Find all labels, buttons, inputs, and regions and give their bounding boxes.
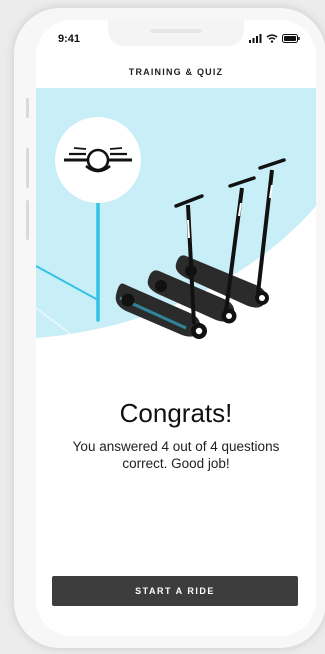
scooters-illustration [36,88,316,339]
mute-switch [26,98,29,118]
speaker-grill [150,29,202,33]
volume-down-button [26,200,29,240]
result-message: You answered 4 out of 4 questions correc… [72,439,280,471]
start-ride-button[interactable]: START A RIDE [52,576,298,606]
device-notch [108,20,244,46]
volume-up-button [26,148,29,188]
battery-icon [282,34,300,43]
page-title: TRAINING & QUIZ [128,67,224,77]
app-screen: 9:41 TRAINING & QUIZ Congrats! You answe… [36,20,316,636]
result-heading: Congrats! [119,398,233,428]
wifi-icon [266,34,278,43]
status-time: 9:41 [58,33,81,45]
signal-icon [249,34,262,43]
status-icons [249,34,300,43]
